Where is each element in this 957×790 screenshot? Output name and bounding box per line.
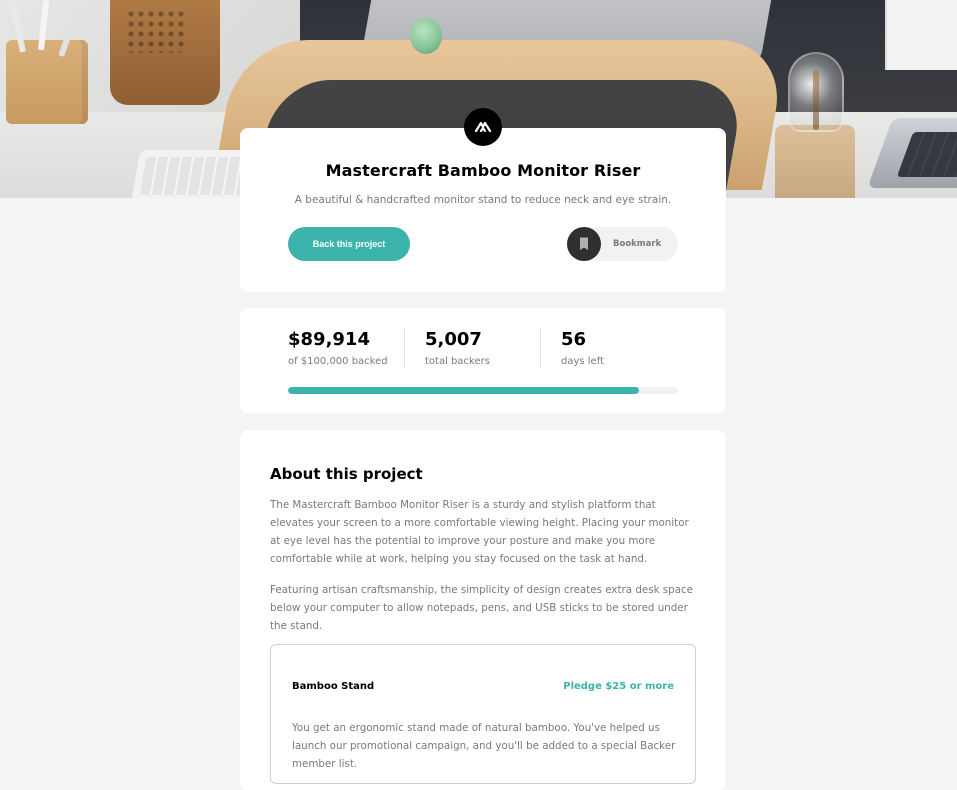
- stat-divider: [540, 328, 541, 368]
- reward-card: Bamboo Stand Pledge $25 or more You get …: [270, 644, 696, 784]
- bookmark-label: Bookmark: [613, 239, 662, 249]
- about-paragraph-1: The Mastercraft Bamboo Monitor Riser is …: [270, 499, 689, 565]
- about-title: About this project: [270, 465, 423, 483]
- project-summary-card: Mastercraft Bamboo Monitor Riser A beaut…: [240, 128, 726, 292]
- hero-lamp-filament: [813, 70, 819, 130]
- funding-progress-bar: [288, 387, 678, 394]
- hero-pen-holder: [6, 40, 88, 124]
- reward-title: Bamboo Stand: [292, 681, 375, 692]
- stat-backers-count: 5,007: [425, 329, 482, 350]
- bookmark-button[interactable]: Bookmark: [567, 227, 678, 261]
- project-title: Mastercraft Bamboo Monitor Riser: [325, 161, 641, 180]
- about-paragraph-2: Featuring artisan craftsmanship, the sim…: [270, 584, 694, 632]
- reward-pledge: Pledge $25 or more: [563, 681, 674, 692]
- reward-description: You get an ergonomic stand made of natur…: [292, 722, 676, 770]
- stat-backers: 5,007 total backers: [425, 329, 490, 368]
- stat-backers-label: total backers: [425, 356, 490, 367]
- stat-days-label: days left: [561, 356, 604, 367]
- stat-days-left: 56: [561, 329, 587, 350]
- stat-days: 56 days left: [561, 329, 604, 368]
- about-card: About this project The Mastercraft Bambo…: [240, 430, 726, 790]
- mastercraft-logo-icon: [464, 108, 502, 146]
- bookmark-icon: [567, 227, 601, 261]
- funding-progress-fill: [288, 387, 639, 394]
- stat-backed-label: of $100,000 backed: [288, 356, 388, 367]
- hero-right-wall: [885, 0, 957, 70]
- hero-speaker-grill: [125, 8, 185, 53]
- stat-backed-amount: $89,914: [288, 329, 370, 350]
- stat-divider: [404, 328, 405, 368]
- back-project-button[interactable]: Back this project: [288, 227, 410, 261]
- stat-backed: $89,914 of $100,000 backed: [288, 329, 388, 368]
- project-stats-card: $89,914 of $100,000 backed 5,007 total b…: [240, 308, 726, 413]
- project-subtitle: A beautiful & handcrafted monitor stand …: [294, 194, 672, 206]
- hero-lamp-base: [775, 125, 855, 198]
- hero-figurine: [410, 18, 442, 54]
